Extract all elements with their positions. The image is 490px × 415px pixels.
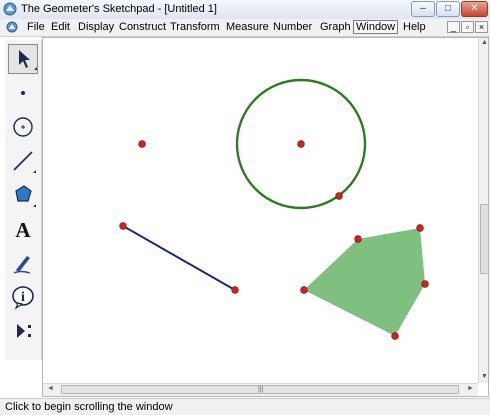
close-button[interactable]: ✕ <box>461 1 488 17</box>
menu-display[interactable]: Display <box>78 21 114 33</box>
free-point[interactable] <box>138 140 146 148</box>
circle-center-point[interactable] <box>297 140 305 148</box>
menu-help[interactable]: Help <box>403 21 426 33</box>
status-bar: Click to begin scrolling the window <box>0 398 490 415</box>
menu-bar: File Edit Display Construct Transform Me… <box>0 19 490 37</box>
scroll-left-arrow[interactable]: ◄ <box>45 385 56 392</box>
custom-tool[interactable] <box>8 316 38 346</box>
menu-measure[interactable]: Measure <box>226 21 269 33</box>
scroll-right-arrow[interactable]: ► <box>465 385 476 392</box>
polygon-vertex[interactable] <box>354 235 362 243</box>
arrow-icon <box>19 50 37 70</box>
menu-file[interactable]: File <box>27 21 45 33</box>
marker-tool[interactable] <box>8 248 38 278</box>
polygon-vertex[interactable] <box>421 280 429 288</box>
sketch-canvas[interactable] <box>43 38 478 383</box>
compass-icon <box>13 117 33 137</box>
menu-construct[interactable]: Construct <box>119 21 166 33</box>
filled-polygon[interactable] <box>304 228 425 336</box>
segment-icon <box>13 151 36 173</box>
marker-icon <box>13 256 31 274</box>
maximize-button[interactable]: □ <box>436 1 460 17</box>
horizontal-scrollbar[interactable]: ◄ ||| ► <box>43 383 478 396</box>
title-bar: The Geometer's Sketchpad - [Untitled 1] … <box>0 0 490 20</box>
arrow-tool[interactable] <box>8 44 38 74</box>
polygon-icon <box>15 185 36 207</box>
scroll-grip: ||| <box>258 386 264 393</box>
menu-number[interactable]: Number <box>273 21 312 33</box>
menu-window[interactable]: Window <box>353 20 399 34</box>
information-tool[interactable]: i <box>8 282 38 312</box>
polygon-vertex[interactable] <box>300 286 308 294</box>
document-icon[interactable] <box>6 21 18 33</box>
text-tool[interactable]: A <box>8 214 38 244</box>
polygon-vertex[interactable] <box>416 224 424 232</box>
polygon-tool[interactable] <box>8 180 38 210</box>
minimize-button[interactable]: – <box>411 1 435 17</box>
sketchpad-app-icon <box>3 2 17 16</box>
point-icon <box>21 91 25 95</box>
sketch-drawing <box>119 78 429 340</box>
compass-tool[interactable] <box>8 112 38 142</box>
scroll-down-arrow[interactable]: ▼ <box>479 373 490 380</box>
toolbox: A i <box>5 40 42 360</box>
straightedge-tool[interactable] <box>8 146 38 176</box>
line-segment[interactable] <box>122 225 236 291</box>
menu-transform[interactable]: Transform <box>170 21 220 33</box>
circle-radius-point[interactable] <box>335 192 343 200</box>
status-message: Click to begin scrolling the window <box>5 401 173 413</box>
mdi-restore-button[interactable]: ▫ <box>461 21 474 33</box>
point-tool[interactable] <box>8 78 38 108</box>
horizontal-scroll-thumb[interactable]: ||| <box>61 385 459 394</box>
svg-text:A: A <box>15 218 31 242</box>
polygon-vertex[interactable] <box>391 332 399 340</box>
scroll-up-arrow[interactable]: ▲ <box>479 39 490 46</box>
vertical-scroll-thumb[interactable] <box>480 204 489 274</box>
segment-endpoint[interactable] <box>119 222 127 230</box>
window-title: The Geometer's Sketchpad - [Untitled 1] <box>21 3 217 15</box>
menu-edit[interactable]: Edit <box>51 21 70 33</box>
segment-endpoint[interactable] <box>231 286 239 294</box>
svg-text:i: i <box>21 290 25 305</box>
mdi-close-button[interactable]: × <box>475 21 488 33</box>
text-icon: A <box>15 218 31 242</box>
vertical-scrollbar[interactable]: ▲ ▼ <box>478 38 490 383</box>
mdi-minimize-button[interactable]: _ <box>447 21 460 33</box>
menu-graph[interactable]: Graph <box>320 21 351 33</box>
custom-tools-icon <box>17 324 31 338</box>
info-icon: i <box>12 286 34 310</box>
